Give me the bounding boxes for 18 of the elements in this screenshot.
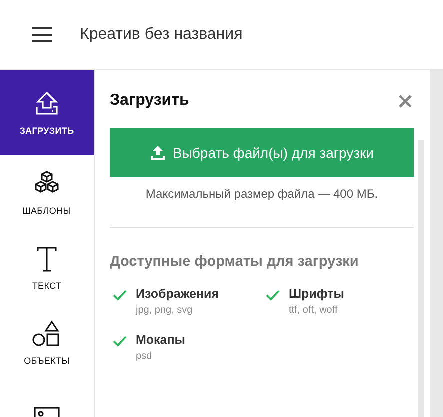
page-scrollbar[interactable] bbox=[430, 70, 443, 417]
shapes-icon bbox=[32, 320, 62, 348]
format-name: Мокапы bbox=[136, 333, 186, 347]
upload-icon bbox=[33, 90, 61, 118]
document-title: Креатив без названия bbox=[80, 26, 243, 44]
formats-heading: Доступные форматы для загрузки bbox=[110, 254, 360, 270]
format-extensions: ttf, oft, woff bbox=[289, 305, 339, 316]
format-name: Шрифты bbox=[289, 287, 344, 301]
scrollbar[interactable] bbox=[418, 140, 424, 417]
format-extensions: jpg, png, svg bbox=[136, 305, 194, 316]
upload-icon bbox=[150, 144, 166, 160]
format-name: Изображения bbox=[136, 287, 220, 301]
file-size-note: Максимальный размер файла — 400 МБ. bbox=[144, 187, 380, 201]
menu-icon[interactable] bbox=[32, 26, 52, 42]
panel-title: Загрузить bbox=[110, 92, 190, 110]
format-extensions: psd bbox=[136, 351, 154, 362]
close-icon[interactable] bbox=[399, 94, 412, 108]
sidebar-tab[interactable]: ЗАГРУЗИТЬ bbox=[0, 70, 94, 155]
